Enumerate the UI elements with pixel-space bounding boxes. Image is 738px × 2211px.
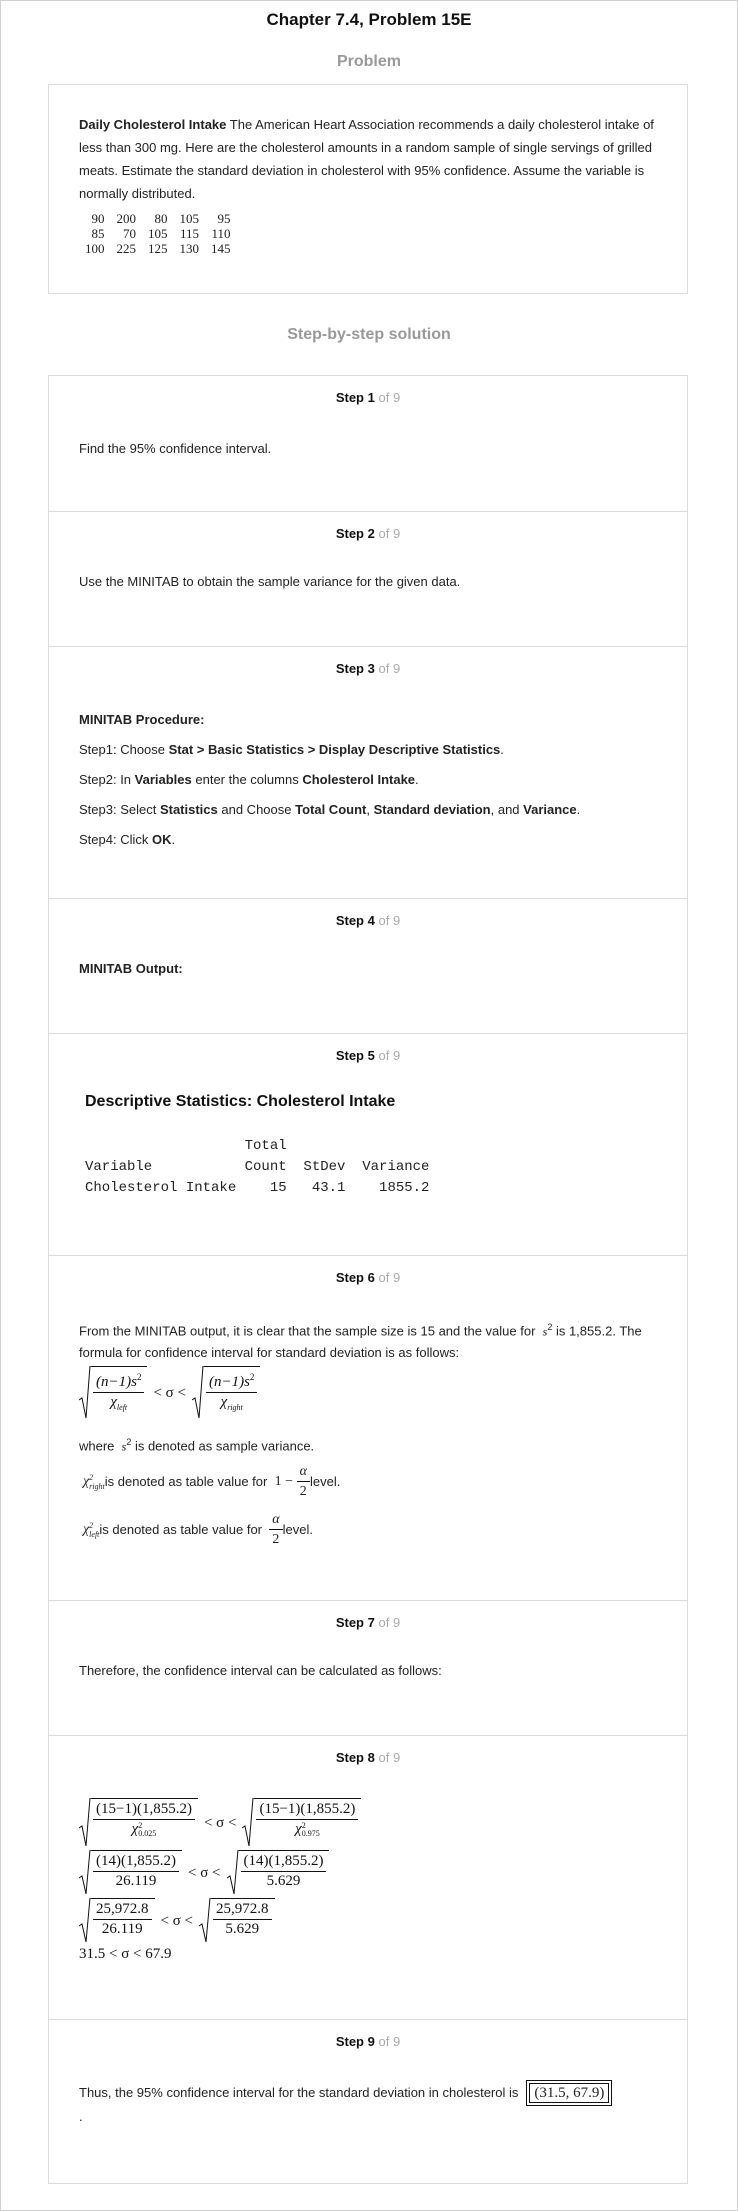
step-header: Step 3 of 9 — [335, 661, 401, 676]
solution-heading: Step-by-step solution — [287, 326, 451, 343]
step-4: Step 4 of 9 MINITAB Output: — [48, 898, 688, 1033]
procedure-title: MINITAB Procedure: — [79, 712, 205, 727]
output-line: Cholesterol Intake 15 43.1 1855.2 — [85, 1180, 430, 1196]
step-text: Use the MINITAB to obtain the sample var… — [79, 574, 461, 589]
descriptive-stats-title: Descriptive Statistics: Cholesterol Inta… — [85, 1093, 396, 1110]
procedure-step-1: Step1: Choose Stat > Basic Statistics > … — [79, 742, 504, 757]
calc-row-3: 25,972.8 26.119 < σ < 25,972.8 5.629 — [79, 1898, 361, 1944]
step-3: Step 3 of 9 MINITAB Procedure: Step1: Ch… — [48, 646, 688, 898]
step-header: Step 7 of 9 — [335, 1615, 401, 1630]
table-cell: 145 — [211, 241, 231, 256]
trailing-period: . — [79, 2109, 83, 2124]
step-header: Step 6 of 9 — [335, 1270, 401, 1285]
problem-lead: Daily Cholesterol Intake — [79, 117, 227, 132]
calculation: (15−1)(1,855.2) χ 2 0.025 < σ < (15−1)(1,85… — [79, 1798, 362, 1963]
table-cell: 80 — [154, 211, 168, 226]
step-header: Step 5 of 9 — [335, 1048, 401, 1063]
problem-heading: Problem — [336, 53, 401, 70]
minitab-procedure: MINITAB Procedure: Step1: Choose Stat > … — [49, 705, 610, 855]
output-line: Total — [85, 1138, 287, 1154]
table-cell: 95 — [217, 211, 231, 226]
step-9: Step 9 of 9 Thus, the 95% confidence int… — [48, 2019, 688, 2184]
minitab-output: Total Variable Count StDev Variance Choles… — [85, 1136, 429, 1199]
table-cell: 100 — [85, 241, 105, 256]
table-cell: 105 — [148, 226, 168, 241]
step-header: Step 9 of 9 — [335, 2034, 401, 2049]
step-6: Step 6 of 9 From the MINITAB output, it … — [48, 1255, 688, 1600]
step-header: Step 2 of 9 — [335, 526, 401, 541]
step-header: Step 1 of 9 — [335, 390, 401, 405]
calc-row-1: (15−1)(1,855.2) χ 2 0.025 < σ < (15−1)(1,85… — [79, 1798, 362, 1848]
chi-right-desc: χ 2 right is denoted as table value for 1 … — [83, 1464, 341, 1499]
step-text: Therefore, the confidence interval can b… — [79, 1663, 442, 1678]
conclusion: Thus, the 95% confidence interval for th… — [49, 2080, 642, 2106]
ci-formula: (n−1)s2 χleft < σ < (n−1)s2 χright — [79, 1366, 261, 1420]
step-7: Step 7 of 9 Therefore, the confidence in… — [48, 1600, 688, 1735]
step-text: From the MINITAB output, it is clear tha… — [79, 1322, 642, 1361]
minitab-output-label: MINITAB Output: — [79, 961, 183, 976]
table-cell: 125 — [148, 241, 168, 256]
step-text: Find the 95% confidence interval. — [79, 441, 272, 456]
table-cell: 85 — [91, 226, 105, 241]
table-cell: 70 — [123, 226, 136, 241]
step-header: Step 4 of 9 — [335, 913, 401, 928]
output-line: Variable Count StDev Variance — [85, 1159, 430, 1175]
table-row: 90 200 80 105 95 — [79, 211, 237, 226]
table-cell: 115 — [179, 226, 199, 241]
problem-box: Daily Cholesterol Intake The American He… — [48, 84, 688, 294]
answer-box: (31.5, 67.9) — [526, 2080, 613, 2106]
table-cell: 225 — [116, 241, 137, 256]
table-cell: 90 — [91, 211, 105, 226]
table-row: 85 70 105 115 110 — [79, 226, 237, 241]
procedure-step-3: Step3: Select Statistics and Choose Tota… — [79, 802, 581, 817]
where-text: where s2 is denoted as sample variance. — [79, 1437, 315, 1454]
table-cell: 105 — [179, 211, 200, 226]
chi-left-desc: χ 2 left is denoted as table value for α2 … — [83, 1512, 313, 1547]
table-cell: 110 — [211, 226, 231, 241]
table-cell: 130 — [179, 241, 200, 256]
step-header: Step 8 of 9 — [335, 1750, 401, 1765]
step-2: Step 2 of 9 Use the MINITAB to obtain th… — [48, 511, 688, 646]
step-5: Step 5 of 9 Descriptive Statistics: Chol… — [48, 1033, 688, 1255]
step-8: Step 8 of 9 (15−1)(1,855.2) χ 2 0.025 < σ <… — [48, 1735, 688, 2019]
table-row: 100 225 125 130 145 — [79, 241, 237, 256]
procedure-step-4: Step4: Click OK. — [79, 832, 176, 847]
table-cell: 200 — [116, 211, 137, 226]
procedure-step-2: Step2: In Variables enter the columns Ch… — [79, 772, 419, 787]
step-1: Step 1 of 9 Find the 95% confidence inte… — [48, 375, 688, 511]
calc-result: 31.5 < σ < 67.9 — [79, 1946, 172, 1962]
calc-row-2: (14)(1,855.2) 26.119 < σ < (14)(1,855.2) 5… — [79, 1850, 361, 1896]
problem-data-table: 90 200 80 105 95 85 70 105 115 110 100 225 125 130 1… — [79, 211, 237, 256]
problem-text: Daily Cholesterol Intake The American He… — [79, 113, 663, 205]
page-title: Chapter 7.4, Problem 15E — [266, 10, 472, 29]
